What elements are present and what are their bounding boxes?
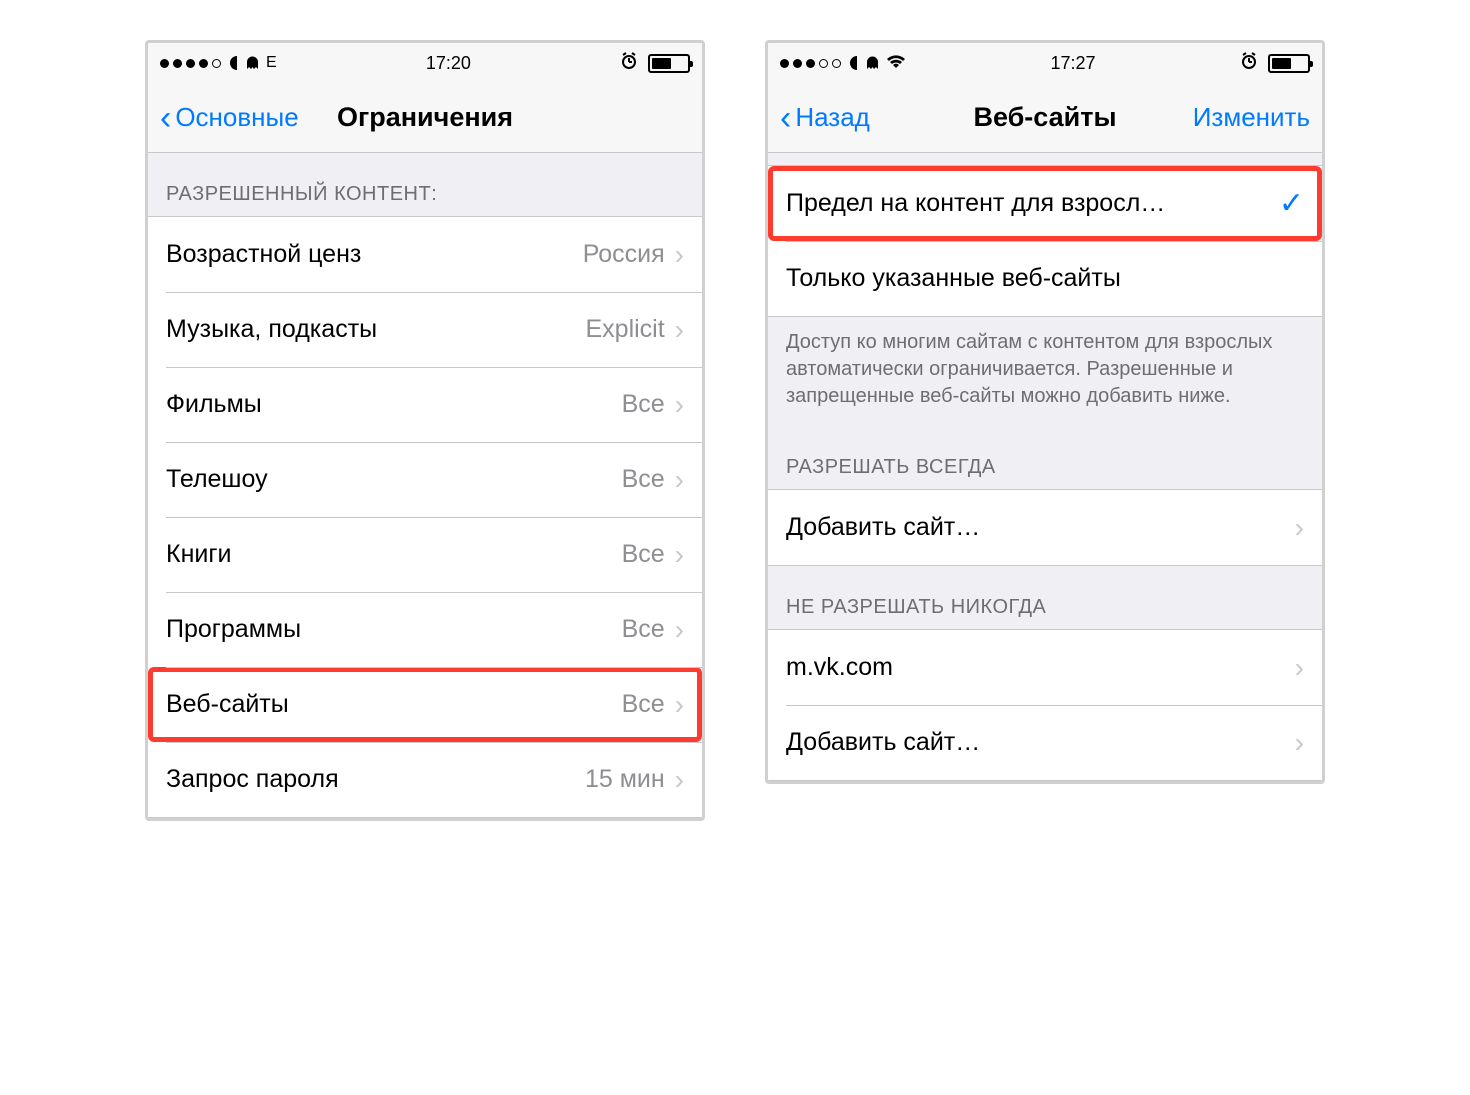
chevron-right-icon: › [675,539,684,571]
phone-right-websites: 17:27 ‹ Назад Веб-сайты Изменить Предел … [765,40,1325,784]
option-specific-websites-only[interactable]: Только указанные веб-сайты [768,241,1322,316]
row-label: Веб-сайты [166,690,622,719]
nav-bar: ‹ Основные Ограничения [148,83,702,153]
row-value: Все [622,390,665,419]
carrier-label: E [266,54,277,72]
row-label: Телешоу [166,465,622,494]
nav-back-label: Основные [175,102,298,133]
status-left: E [160,54,277,72]
status-time: 17:27 [1050,53,1095,74]
checkmark-icon: ✓ [1279,186,1304,221]
row-password-request[interactable]: Запрос пароля 15 мин › [148,742,702,817]
row-value: Все [622,465,665,494]
nav-back-button[interactable]: ‹ Назад [780,101,870,135]
row-label: Фильмы [166,390,622,419]
nav-title: Ограничения [337,102,513,133]
pacman-icon [849,55,878,71]
row-tv-shows[interactable]: Телешоу Все › [148,442,702,517]
wifi-icon [886,53,906,74]
status-right [620,52,690,75]
row-age-rating[interactable]: Возрастной ценз Россия › [148,217,702,292]
signal-dots-icon [780,59,841,68]
row-value: Все [622,690,665,719]
chevron-left-icon: ‹ [780,101,791,135]
row-music-podcasts[interactable]: Музыка, подкасты Explicit › [148,292,702,367]
row-label: Запрос пароля [166,765,585,794]
chevron-right-icon: › [675,314,684,346]
battery-icon [1268,54,1310,73]
row-add-site-allow[interactable]: Добавить сайт… › [768,490,1322,565]
chevron-right-icon: › [675,464,684,496]
status-right [1240,52,1310,75]
row-label: Возрастной ценз [166,240,583,269]
row-value: Все [622,615,665,644]
row-value: Все [622,540,665,569]
row-value: Россия [583,240,665,269]
signal-dots-icon [160,59,221,68]
row-websites[interactable]: Веб-сайты Все › [148,667,702,742]
nav-edit-button[interactable]: Изменить [1193,102,1310,133]
row-label: Программы [166,615,622,644]
option-limit-adult-content[interactable]: Предел на контент для взросл… ✓ [768,166,1322,241]
nav-title: Веб-сайты [973,102,1116,133]
row-label: Только указанные веб-сайты [786,264,1304,293]
row-label: Предел на контент для взросл… [786,189,1279,218]
chevron-left-icon: ‹ [160,101,171,135]
row-value: 15 мин [585,765,665,794]
row-books[interactable]: Книги Все › [148,517,702,592]
row-label: Добавить сайт… [786,513,1295,542]
row-apps[interactable]: Программы Все › [148,592,702,667]
row-label: Книги [166,540,622,569]
filter-options-list: Предел на контент для взросл… ✓ Только у… [768,165,1322,317]
status-time: 17:20 [426,53,471,74]
chevron-right-icon: › [1295,512,1304,544]
row-label: Добавить сайт… [786,728,1295,757]
battery-icon [648,54,690,73]
deny-list: m.vk.com › Добавить сайт… › [768,629,1322,781]
phone-left-restrictions: E 17:20 ‹ Основные Ограничения РАЗРЕШЕНН… [145,40,705,821]
nav-back-label: Назад [795,102,870,133]
row-blocked-site[interactable]: m.vk.com › [768,630,1322,705]
chevron-right-icon: › [675,764,684,796]
chevron-right-icon: › [675,239,684,271]
chevron-right-icon: › [675,689,684,721]
row-add-site-deny[interactable]: Добавить сайт… › [768,705,1322,780]
section-footer-description: Доступ ко многим сайтам с контентом для … [768,317,1322,426]
alarm-icon [620,52,638,75]
section-header-always-allow: РАЗРЕШАТЬ ВСЕГДА [768,426,1322,489]
chevron-right-icon: › [1295,652,1304,684]
restrictions-list: Возрастной ценз Россия › Музыка, подкаст… [148,216,702,818]
chevron-right-icon: › [675,389,684,421]
status-left [780,53,906,74]
status-bar: E 17:20 [148,43,702,83]
section-header-never-allow: НЕ РАЗРЕШАТЬ НИКОГДА [768,566,1322,629]
row-movies[interactable]: Фильмы Все › [148,367,702,442]
row-label: m.vk.com [786,653,1295,682]
row-label: Музыка, подкасты [166,315,585,344]
section-header-allowed-content: РАЗРЕШЕННЫЙ КОНТЕНТ: [148,153,702,216]
row-value: Explicit [585,315,664,344]
chevron-right-icon: › [675,614,684,646]
status-bar: 17:27 [768,43,1322,83]
nav-back-button[interactable]: ‹ Основные [160,101,299,135]
pacman-icon [229,55,258,71]
chevron-right-icon: › [1295,727,1304,759]
nav-bar: ‹ Назад Веб-сайты Изменить [768,83,1322,153]
alarm-icon [1240,52,1258,75]
allow-list: Добавить сайт… › [768,489,1322,566]
